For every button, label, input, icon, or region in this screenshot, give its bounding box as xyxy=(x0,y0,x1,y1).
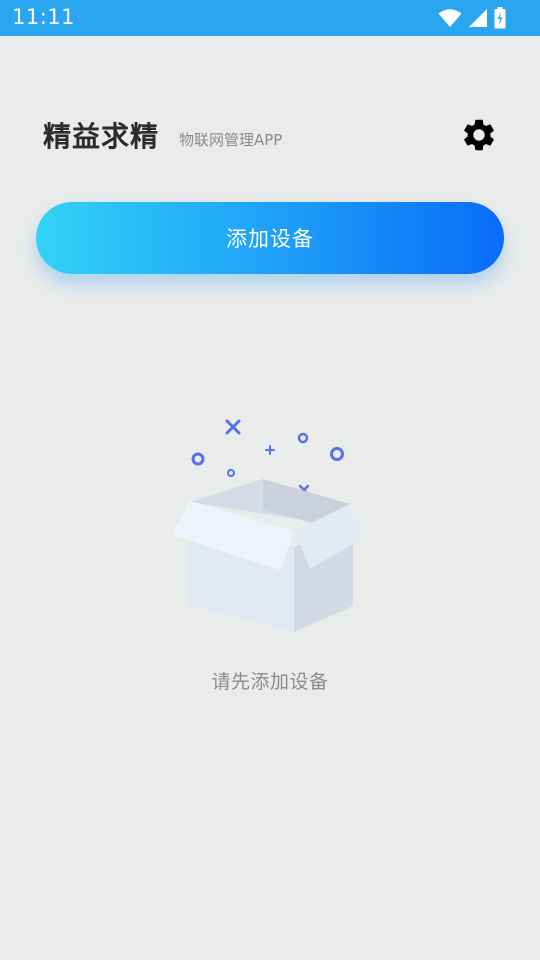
gear-icon xyxy=(460,116,498,158)
status-time: 11:11 xyxy=(12,5,76,29)
status-bar: 11:11 xyxy=(0,0,540,36)
empty-state-text: 请先添加设备 xyxy=(211,671,329,693)
app-subtitle: 物联网管理APP xyxy=(179,131,283,149)
wifi-icon xyxy=(438,8,462,28)
add-device-button[interactable]: 添加设备 xyxy=(36,202,504,274)
empty-box-illustration xyxy=(160,410,380,640)
status-icons xyxy=(438,6,506,30)
cell-signal-icon xyxy=(468,8,488,28)
app-title: 精益求精 xyxy=(43,120,160,153)
battery-charging-icon xyxy=(494,7,506,29)
settings-button[interactable] xyxy=(458,116,500,158)
